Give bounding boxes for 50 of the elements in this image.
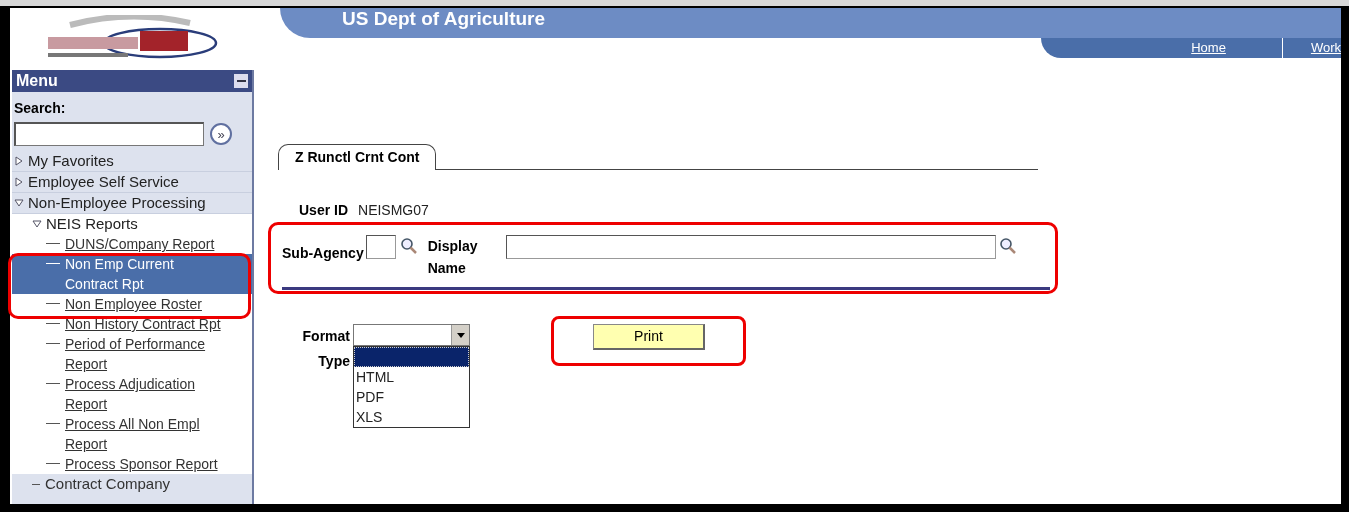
display-name-field[interactable] [505, 235, 996, 259]
user-id-value: NEISMG07 [358, 201, 429, 220]
sub-agency-field[interactable] [365, 235, 396, 259]
expanded-triangle-icon [14, 198, 24, 208]
dropdown-option[interactable]: HTML [354, 367, 469, 387]
tab[interactable]: Z Runctl Crnt Cont [278, 144, 437, 170]
search-icon[interactable] [998, 237, 1017, 255]
dash-icon [46, 323, 60, 324]
menu-folder[interactable]: Contract Company [45, 474, 171, 494]
menu-folder[interactable]: Employee Self Service [28, 172, 179, 192]
search-label: Search: [13, 99, 67, 118]
search-field[interactable] [14, 122, 204, 146]
format-dropdown[interactable] [353, 324, 470, 346]
menu-link[interactable]: Period of Performance Report [12, 334, 252, 374]
blank-option[interactable] [354, 347, 469, 367]
menu-link[interactable]: Process Adjudication Report [12, 374, 252, 414]
collapsed-triangle-icon [14, 156, 24, 166]
dash-icon [46, 423, 60, 424]
dash-icon [32, 483, 40, 485]
user-id-label: User ID [299, 201, 349, 220]
nav-link[interactable]: Work [1310, 38, 1341, 58]
menu-link[interactable]: Non History Contract Rpt [12, 314, 252, 334]
menu-link[interactable]: DUNS/Company Report [12, 234, 252, 254]
menu-header: Menu [12, 70, 252, 92]
search-go-button[interactable]: » [210, 123, 232, 145]
nav-link[interactable]: Home [1191, 38, 1226, 58]
display-name-label: Display Name [427, 237, 479, 278]
expanded-triangle-icon [32, 219, 42, 229]
sub-agency-label: Sub-Agency [282, 244, 364, 263]
format-type-label: Format Type [301, 327, 350, 371]
menu-link[interactable]: Process All Non Empl Report [12, 414, 252, 454]
collapsed-triangle-icon [14, 177, 24, 187]
search-icon[interactable] [399, 237, 418, 255]
collapse-icon[interactable] [234, 74, 248, 88]
dash-icon [46, 263, 60, 264]
dash-icon [46, 383, 60, 384]
dropdown-option[interactable]: XLS [354, 407, 469, 427]
menu-folder[interactable]: My Favorites [28, 151, 114, 171]
dropdown-option[interactable]: PDF [354, 387, 469, 407]
header-banner: US Dept of Agriculture [280, 8, 1341, 38]
menu-link[interactable]: Process Sponsor Report [12, 454, 252, 474]
dash-icon [46, 463, 60, 464]
menu-folder[interactable]: NEIS Reports [46, 214, 138, 234]
dash-icon [46, 243, 60, 244]
dash-icon [46, 303, 60, 304]
print-button[interactable]: Print [593, 324, 705, 350]
dash-icon [46, 343, 60, 344]
menu-link[interactable]: Non Employee Roster [12, 294, 252, 314]
menu-folder[interactable]: Non-Employee Processing [28, 193, 206, 213]
selected-menu-item[interactable]: Non Emp Current Contract Rpt [12, 254, 252, 294]
